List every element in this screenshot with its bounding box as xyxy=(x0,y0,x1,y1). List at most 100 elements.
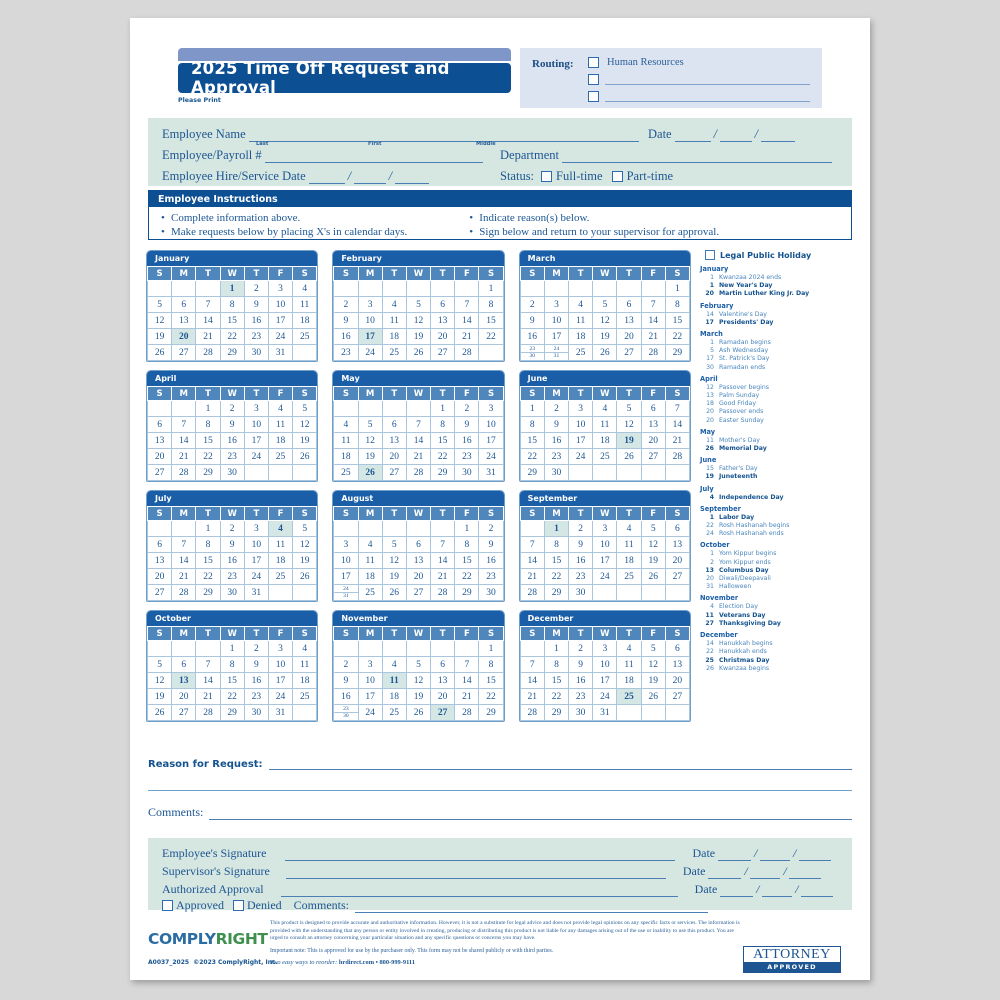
calendar-day-cell[interactable]: 14 xyxy=(405,432,432,449)
calendar-day-cell[interactable]: 27 xyxy=(405,584,432,601)
reason-input-2[interactable] xyxy=(148,789,852,791)
calendar-day-cell[interactable]: 20 xyxy=(171,328,197,345)
calendar-day-cell[interactable]: 13 xyxy=(171,312,197,329)
routing-row-1[interactable]: Human Resources xyxy=(588,57,684,68)
authorized-date-year[interactable] xyxy=(801,883,834,897)
calendar-day-cell[interactable]: 22 xyxy=(543,568,570,585)
employee-name-input[interactable] xyxy=(248,128,639,142)
calendar-day-cell[interactable]: 1 xyxy=(478,280,504,297)
checkbox-icon-approved[interactable] xyxy=(162,900,173,911)
calendar-day-cell[interactable]: 14 xyxy=(195,312,221,329)
calendar-day-cell[interactable]: 7 xyxy=(405,416,432,433)
calendar-day-cell[interactable]: 10 xyxy=(357,312,383,329)
calendar-day-cell[interactable]: 28 xyxy=(430,584,456,601)
calendar-day-cell[interactable]: 13 xyxy=(430,672,456,689)
calendar-day-cell[interactable]: 18 xyxy=(381,688,407,705)
calendar-day-cell[interactable]: 13 xyxy=(430,312,456,329)
calendar-day-cell[interactable]: 9 xyxy=(568,656,594,673)
checkbox-icon[interactable] xyxy=(588,57,599,68)
calendar-day-cell[interactable]: 22 xyxy=(195,568,221,585)
calendar-day-cell[interactable]: 29 xyxy=(519,464,545,481)
calendar-day-cell[interactable]: 9 xyxy=(243,296,269,313)
calendar-day-cell[interactable]: 11 xyxy=(381,312,407,329)
calendar-day-cell[interactable]: 23 30 xyxy=(333,704,359,721)
calendar-day-cell[interactable]: 17 xyxy=(592,672,618,689)
calendar-day-cell[interactable]: 24 xyxy=(267,688,294,705)
calendar-day-cell[interactable]: 4 xyxy=(292,640,318,657)
calendar-day-cell[interactable]: 29 xyxy=(219,344,245,361)
calendar-day-cell[interactable]: 1 xyxy=(219,640,245,657)
calendar-day-cell[interactable]: 22 xyxy=(430,448,456,465)
calendar-day-cell[interactable]: 28 xyxy=(405,464,432,481)
calendar-day-cell[interactable]: 10 xyxy=(478,416,504,433)
supervisor-signature-input[interactable] xyxy=(285,865,666,879)
calendar-day-cell[interactable]: 12 xyxy=(616,416,642,433)
calendar-day-cell[interactable]: 15 xyxy=(195,432,221,449)
calendar-day-cell[interactable]: 25 xyxy=(357,584,383,601)
calendar-day-cell[interactable]: 13 xyxy=(171,672,197,689)
calendar-day-cell[interactable]: 27 xyxy=(171,344,197,361)
calendar-day-cell[interactable]: 15 xyxy=(195,552,221,569)
calendar-day-cell[interactable]: 10 xyxy=(592,536,618,553)
calendar-day-cell[interactable]: 29 xyxy=(543,704,570,721)
calendar-day-cell[interactable]: 3 xyxy=(357,296,383,313)
calendar-day-cell[interactable]: 22 xyxy=(219,328,245,345)
calendar-day-cell[interactable]: 24 xyxy=(568,448,594,465)
calendar-day-cell[interactable]: 8 xyxy=(195,416,221,433)
calendar-day-cell[interactable]: 16 xyxy=(243,672,269,689)
calendar-day-cell[interactable]: 28 xyxy=(171,464,197,481)
calendar-day-cell[interactable]: 17 xyxy=(592,552,618,569)
calendar-day-cell[interactable]: 18 xyxy=(381,328,407,345)
calendar-day-cell[interactable]: 20 xyxy=(616,328,642,345)
calendar-day-cell[interactable]: 14 xyxy=(195,672,221,689)
calendar-day-cell[interactable]: 1 xyxy=(195,400,221,417)
calendar-day-cell[interactable]: 4 xyxy=(381,296,407,313)
calendar-day-cell[interactable]: 11 xyxy=(292,656,318,673)
calendar-day-cell[interactable]: 16 xyxy=(333,328,359,345)
calendar-day-cell[interactable]: 5 xyxy=(147,296,173,313)
calendar-day-cell[interactable]: 3 xyxy=(267,640,294,657)
calendar-day-cell[interactable]: 4 xyxy=(333,416,359,433)
authorized-date-day[interactable] xyxy=(762,883,793,897)
employee-date-month[interactable] xyxy=(718,847,752,861)
calendar-day-cell[interactable]: 9 xyxy=(219,416,245,433)
calendar-day-cell[interactable]: 18 xyxy=(592,432,618,449)
calendar-day-cell[interactable]: 23 xyxy=(478,568,504,585)
calendar-day-cell[interactable]: 24 xyxy=(478,448,504,465)
calendar-day-cell[interactable]: 16 xyxy=(543,432,570,449)
calendar-day-cell[interactable]: 1 xyxy=(664,280,690,297)
calendar-day-cell[interactable]: 11 xyxy=(568,312,594,329)
calendar-day-cell[interactable]: 17 xyxy=(478,432,504,449)
hire-month-input[interactable] xyxy=(308,170,345,184)
calendar-day-cell[interactable]: 6 xyxy=(430,656,456,673)
calendar-day-cell[interactable]: 2 xyxy=(568,520,594,537)
calendar-day-cell[interactable]: 25 xyxy=(267,568,294,585)
calendar-day-cell[interactable]: 6 xyxy=(381,416,407,433)
calendar-day-cell[interactable]: 28 xyxy=(454,704,480,721)
calendar-day-cell[interactable]: 14 xyxy=(171,432,197,449)
date-year-input[interactable] xyxy=(760,128,795,142)
calendar-day-cell[interactable]: 31 xyxy=(243,584,269,601)
calendar-day-cell[interactable]: 30 xyxy=(219,464,245,481)
calendar-day-cell[interactable]: 24 31 xyxy=(543,344,570,361)
calendar-day-cell[interactable]: 5 xyxy=(381,536,407,553)
calendar-day-cell[interactable]: 5 xyxy=(292,520,318,537)
calendar-day-cell[interactable]: 2 xyxy=(519,296,545,313)
calendar-day-cell[interactable]: 13 xyxy=(640,416,666,433)
calendar-day-cell[interactable]: 21 xyxy=(171,448,197,465)
calendar-day-cell[interactable]: 17 xyxy=(357,688,383,705)
calendar-day-cell[interactable]: 14 xyxy=(519,672,545,689)
routing-write-in-1[interactable] xyxy=(605,75,810,85)
calendar-day-cell[interactable]: 30 xyxy=(243,704,269,721)
calendar-day-cell[interactable]: 3 xyxy=(592,520,618,537)
date-month-input[interactable] xyxy=(674,128,711,142)
calendar-day-cell[interactable]: 15 xyxy=(219,312,245,329)
calendar-day-cell[interactable]: 5 xyxy=(147,656,173,673)
calendar-day-cell[interactable]: 6 xyxy=(616,296,642,313)
calendar-day-cell[interactable]: 10 xyxy=(592,656,618,673)
date-day-input[interactable] xyxy=(719,128,752,142)
calendar-day-cell[interactable]: 16 xyxy=(568,672,594,689)
reason-input-1[interactable] xyxy=(268,756,852,770)
calendar-day-cell[interactable]: 13 xyxy=(405,552,432,569)
calendar-day-cell[interactable]: 15 xyxy=(454,552,480,569)
